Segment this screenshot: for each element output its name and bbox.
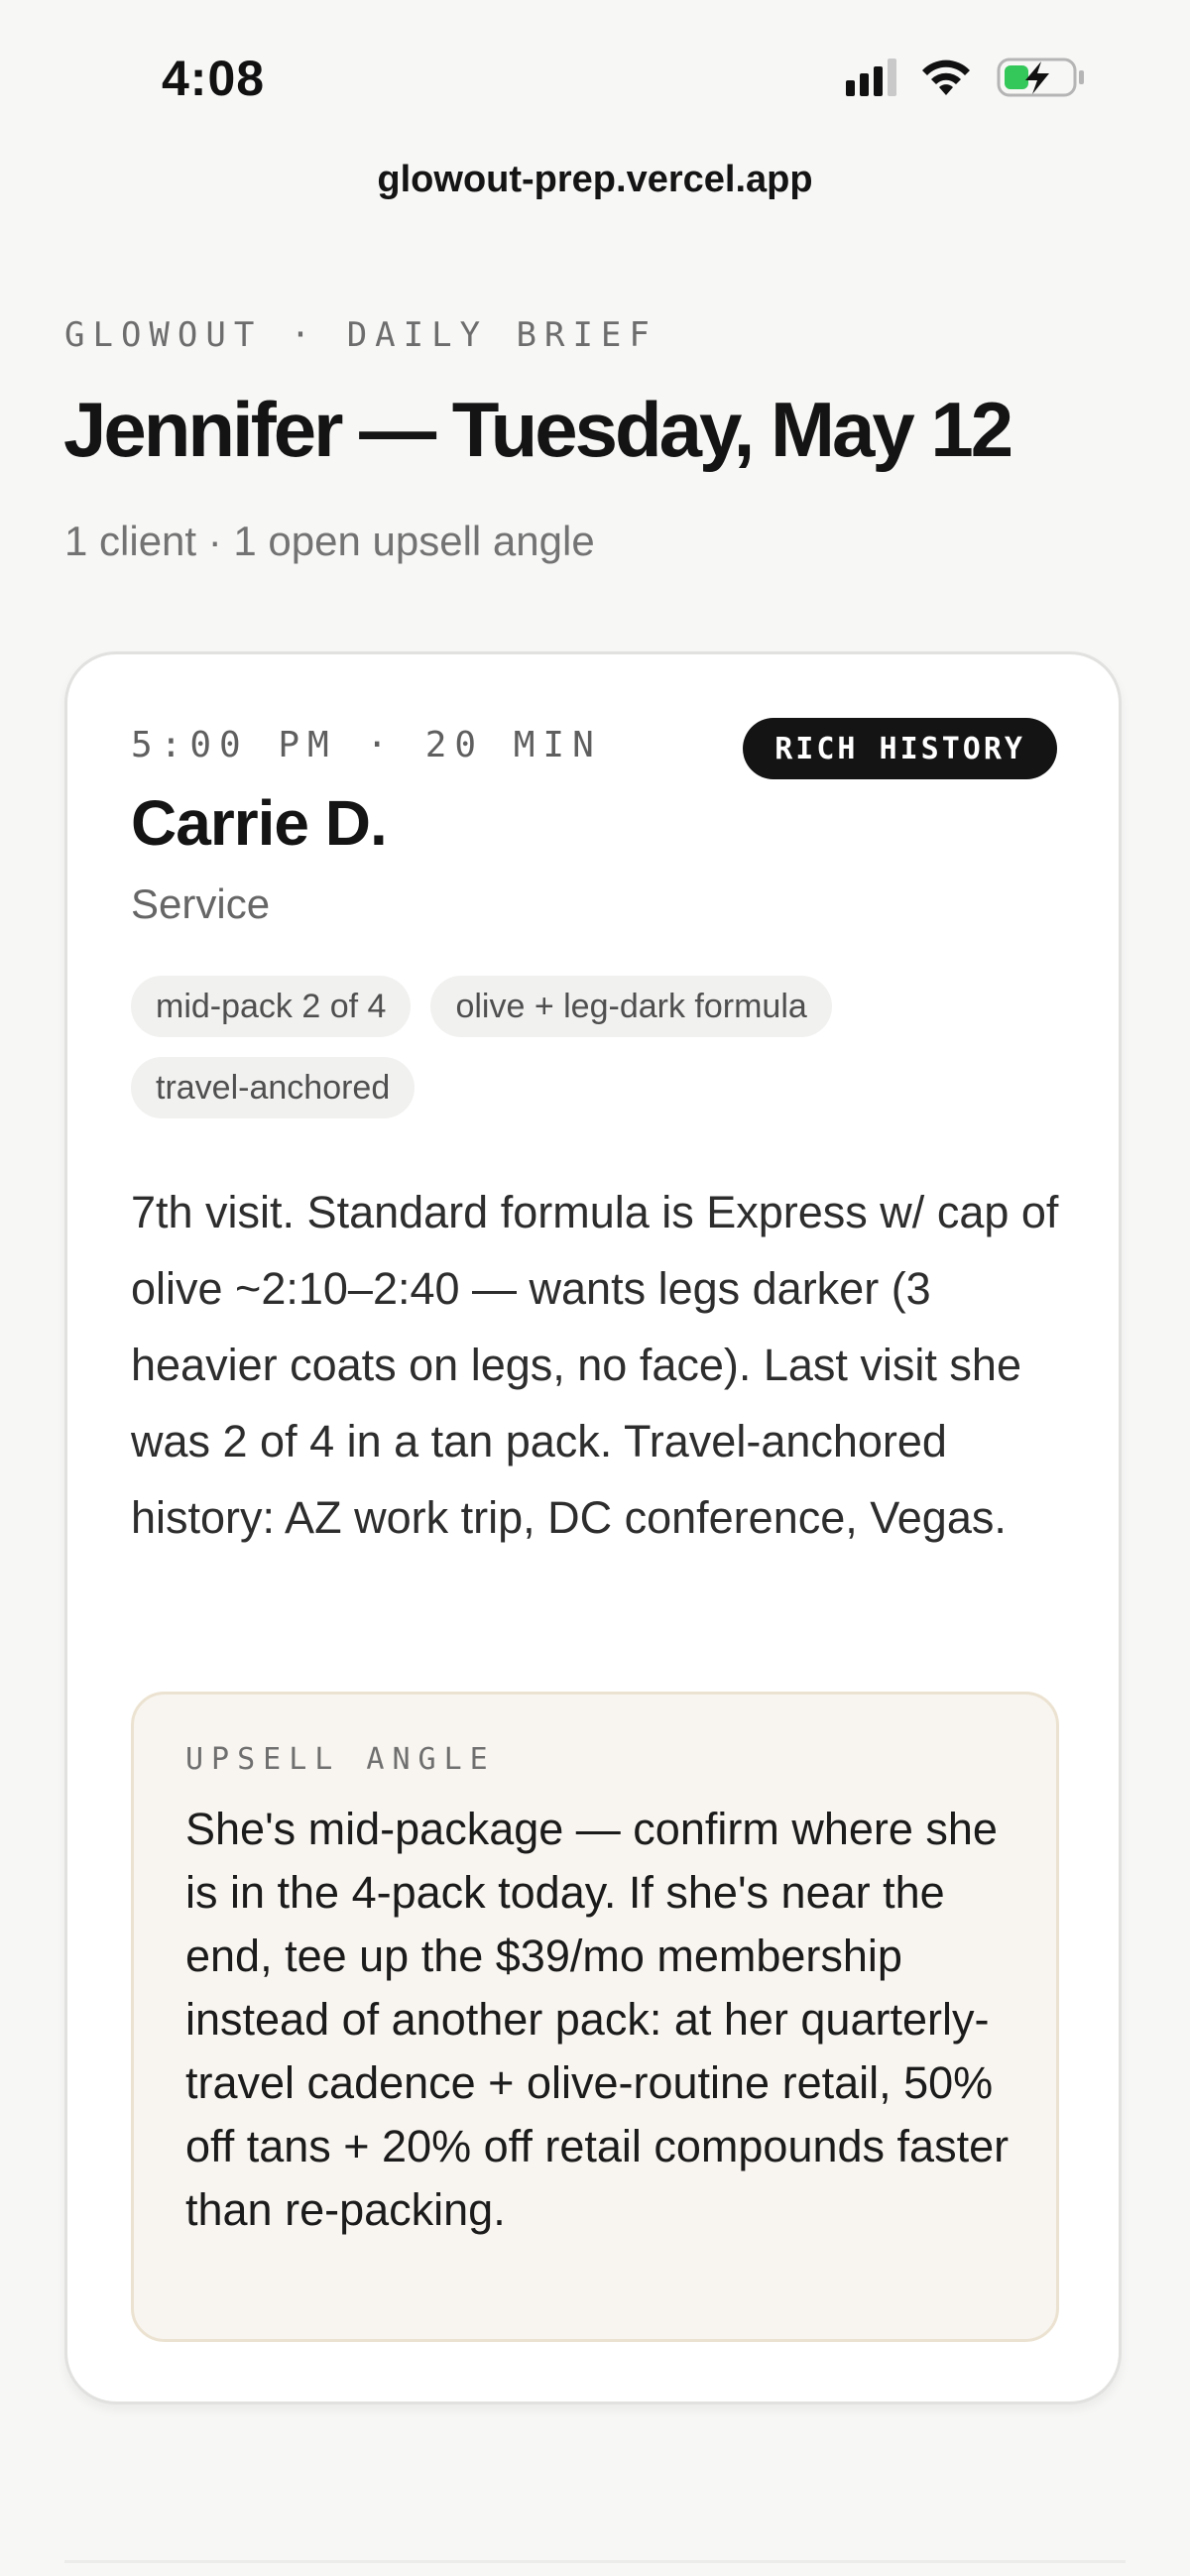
upsell-text: She's mid-package — confirm where she is… [185, 1804, 1010, 2235]
battery-charging-icon [997, 58, 1084, 97]
client-name: Carrie D. [131, 787, 388, 859]
tag-pill: olive + leg-dark formula [430, 976, 832, 1037]
client-service: Service [131, 880, 271, 927]
url-bar[interactable]: glowout-prep.vercel.app [0, 159, 1190, 201]
tag-pill: mid-pack 2 of 4 [131, 976, 412, 1037]
tag-list: mid-pack 2 of 4 olive + leg-dark formula… [131, 976, 1063, 1118]
cellular-signal-icon [846, 59, 896, 96]
appointment-time: 5:00 PM · 20 MIN [131, 725, 602, 765]
wifi-icon [922, 59, 970, 95]
tag-pill: travel-anchored [131, 1057, 416, 1118]
upsell-label: UPSELL ANGLE [185, 1742, 496, 1777]
client-summary: 7th visit. Standard formula is Express w… [131, 1187, 1059, 1543]
upsell-angle-box: UPSELL ANGLE She's mid-package — confirm… [131, 1692, 1059, 2342]
page-title: Jennifer — Tuesday, May 12 [63, 386, 1013, 473]
rich-history-badge: RICH HISTORY [743, 718, 1057, 779]
page-subtitle: 1 client · 1 open upsell angle [64, 518, 595, 564]
status-icons [846, 56, 1087, 99]
status-time: 4:08 [162, 51, 266, 106]
appointment-card[interactable]: 5:00 PM · 20 MIN RICH HISTORY Carrie D. … [64, 651, 1122, 2404]
brief-eyebrow: GLOWOUT · DAILY BRIEF [64, 315, 657, 355]
status-bar: 4:08 [0, 0, 1190, 149]
bottom-divider [64, 2560, 1126, 2563]
